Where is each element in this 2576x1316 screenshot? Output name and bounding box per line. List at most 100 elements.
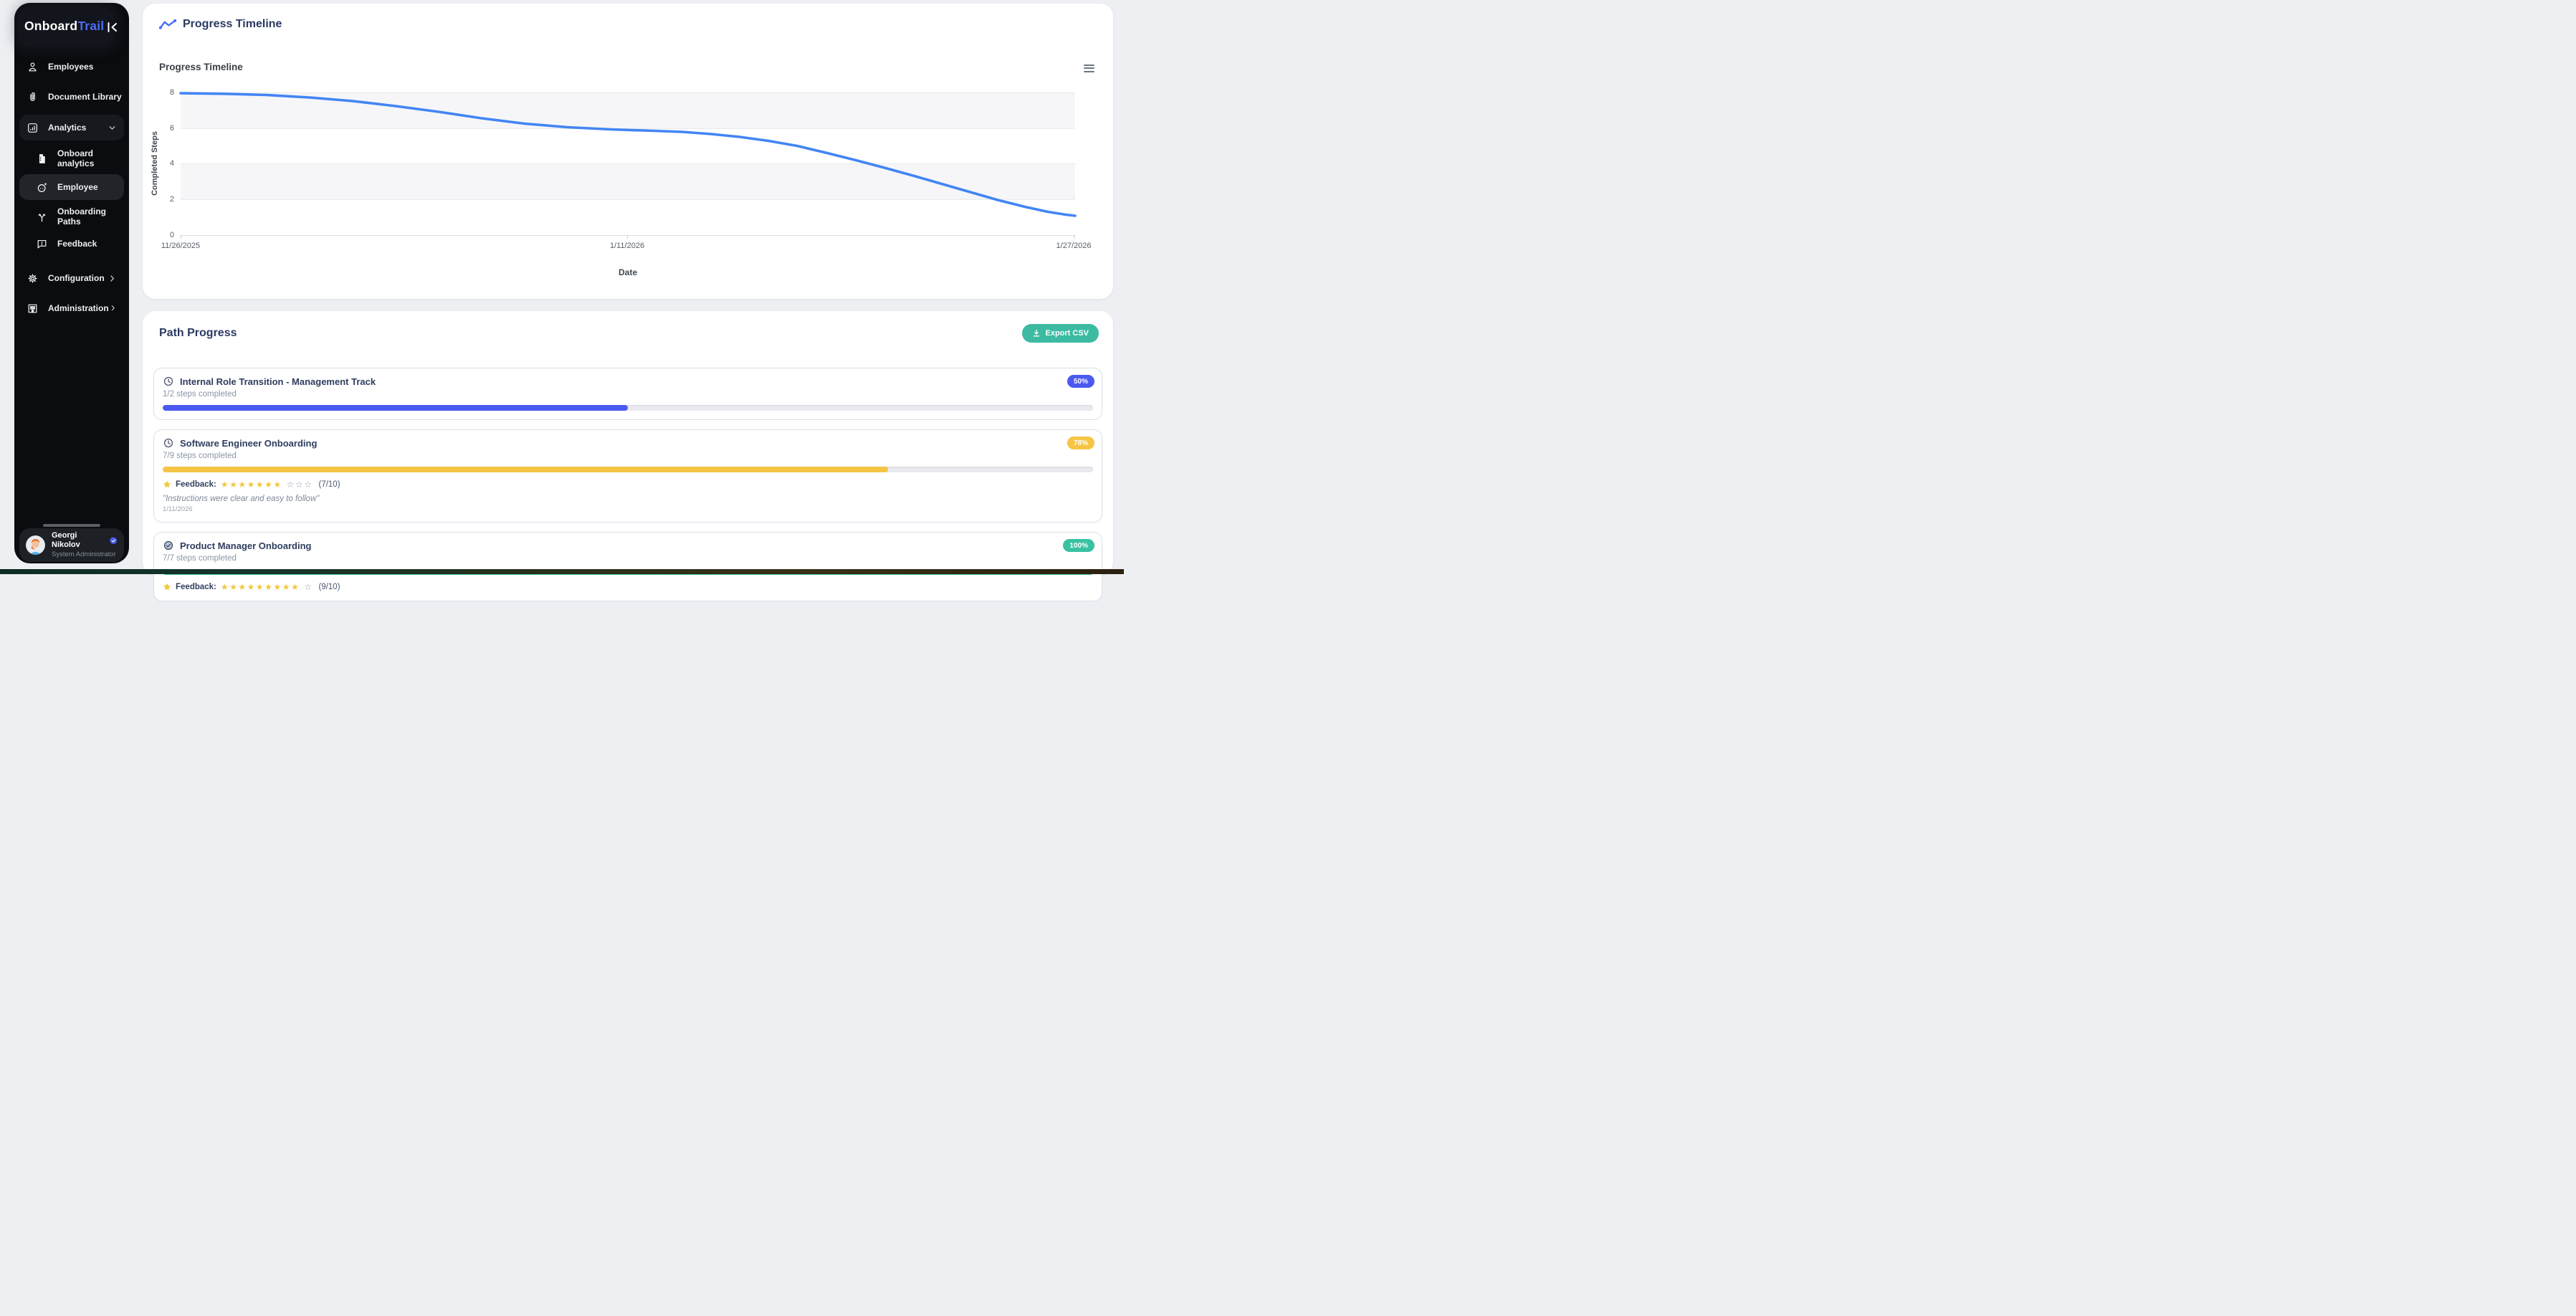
branch-icon [36, 211, 48, 223]
user-name: Georgi Nikolov [52, 531, 80, 550]
x-tick-label: 1/27/2026 [1056, 242, 1092, 250]
star-icon [163, 583, 171, 591]
logo-text-trail: Trail [77, 19, 105, 33]
star-icon [163, 480, 171, 489]
building-icon [27, 302, 39, 315]
desktop-wallpaper-strip [0, 569, 1124, 574]
clock-icon [163, 376, 174, 387]
progress-fill [163, 405, 628, 411]
y-tick-label: 2 [169, 194, 174, 204]
logo-text-onboard: Onboard [24, 19, 78, 33]
sidebar-item-document-library[interactable]: Document Library [19, 85, 124, 109]
sidebar-item-administration[interactable]: Administration [19, 296, 124, 320]
feedback-row: Feedback: ★★★★★★★★★ ☆ (9/10) [163, 582, 1093, 592]
series-line [179, 92, 1077, 217]
sidebar-item-feedback[interactable]: Feedback [19, 232, 124, 255]
download-icon [1034, 330, 1040, 337]
percent-badge: 100% [1063, 539, 1094, 552]
sidebar-item-label: Analytics [48, 123, 87, 133]
feedback-label: Feedback: [176, 583, 216, 591]
percent-badge: 50% [1067, 375, 1094, 388]
path-title: Internal Role Transition - Management Tr… [180, 376, 376, 387]
y-tick-label: 4 [169, 159, 174, 168]
y-tick-label: 6 [169, 123, 174, 133]
progress-track [163, 467, 1093, 472]
y-axis-title: Completed Steps [151, 131, 159, 196]
avatar [26, 535, 45, 555]
x-tick-label: 11/26/2025 [161, 242, 201, 250]
feedback-label: Feedback: [176, 480, 216, 489]
section-title: Path Progress [159, 327, 237, 339]
y-tick-label: 0 [169, 230, 174, 239]
person-icon [27, 61, 39, 73]
feedback-icon [36, 238, 48, 250]
path-progress-item: Internal Role Transition - Management Tr… [153, 368, 1102, 420]
y-tick-label: 8 [169, 88, 174, 97]
sidebar-scrollbar-thumb[interactable] [43, 524, 100, 527]
path-progress-card: Path Progress Export CSV Internal Role T… [143, 311, 1113, 601]
sidebar-item-label: Onboard analytics [57, 148, 95, 168]
card-title: Progress Timeline [183, 18, 282, 30]
path-progress-item: Product Manager Onboarding 100% 7/7 step… [153, 532, 1102, 601]
path-progress-list: Internal Role Transition - Management Tr… [153, 368, 1102, 601]
x-axis-title: Date [618, 267, 638, 277]
stars-filled: ★★★★★★★ [220, 480, 282, 490]
sidebar-nav: Employees Document Library Analytics Onboar… [14, 54, 129, 326]
hamburger-menu-icon[interactable] [1084, 65, 1094, 72]
plot-area: 8 6 4 2 0 11/26/2025 1/11/2026 1/27/2026 [161, 88, 1092, 250]
sidebar-item-label: Employees [48, 62, 94, 72]
sidebar-item-label: Administration [48, 303, 109, 313]
steps-completed: 7/9 steps completed [163, 452, 237, 460]
sidebar-item-label: Feedback [57, 239, 97, 249]
sidebar-item-label: Employee [57, 182, 98, 192]
chevron-right-icon [109, 304, 117, 313]
sidebar-item-label: Onboarding Paths [57, 206, 106, 227]
path-title: Product Manager Onboarding [180, 540, 312, 551]
export-csv-label: Export CSV [1045, 329, 1089, 338]
progress-fill [163, 467, 889, 472]
feedback-date: 1/11/2026 [163, 505, 193, 513]
sidebar-item-onboarding-paths[interactable]: Onboarding Paths [19, 205, 124, 228]
sidebar-item-employees[interactable]: Employees [19, 54, 124, 79]
progress-timeline-chart: Progress Timeline 8 6 4 2 0 11/26/2025 1… [151, 61, 1097, 285]
sidebar-item-label: Document Library [48, 92, 122, 102]
progress-track [163, 405, 1093, 411]
face-icon [36, 181, 48, 194]
steps-completed: 1/2 steps completed [163, 390, 237, 399]
steps-completed: 7/7 steps completed [163, 554, 237, 563]
sidebar-item-onboard-analytics[interactable]: Onboard analytics [19, 147, 124, 170]
sidebar-item-employee[interactable]: Employee [19, 174, 124, 200]
stars-empty: ☆ [304, 582, 313, 592]
chevron-down-icon [108, 123, 117, 133]
gear-icon [27, 272, 39, 285]
feedback-row: Feedback: ★★★★★★★ ☆☆☆ (7/10) [163, 480, 1093, 490]
app-logo: OnboardTrail [24, 19, 104, 34]
document-icon [36, 153, 48, 165]
clock-icon [163, 437, 174, 449]
sidebar-item-analytics[interactable]: Analytics [19, 115, 124, 140]
path-progress-item: Software Engineer Onboarding 78% 7/9 ste… [153, 429, 1102, 523]
percent-badge: 78% [1067, 437, 1094, 449]
chevron-right-icon [108, 274, 117, 283]
user-role: System Administrator [52, 550, 116, 558]
paperclip-icon [27, 91, 39, 103]
bar-chart-icon [27, 122, 39, 134]
sidebar-item-configuration[interactable]: Configuration [19, 266, 124, 290]
check-circle-icon [163, 540, 174, 551]
verified-badge-icon [110, 536, 118, 544]
user-panel[interactable]: Georgi Nikolov System Administrator [19, 528, 124, 562]
chart-title: Progress Timeline [159, 62, 243, 72]
progress-timeline-card: Progress Timeline Progress Timeline 8 6 … [143, 4, 1113, 299]
feedback-quote: "Instructions were clear and easy to fol… [163, 495, 320, 503]
path-title: Software Engineer Onboarding [180, 437, 318, 449]
collapse-sidebar-icon[interactable] [106, 21, 119, 34]
stars-filled: ★★★★★★★★★ [220, 582, 300, 592]
x-tick-label: 1/11/2026 [609, 242, 645, 250]
trend-line-icon [159, 19, 176, 29]
feedback-rating: (7/10) [318, 480, 340, 489]
sidebar: OnboardTrail Employees Document Library An… [14, 3, 129, 563]
sidebar-item-label: Configuration [48, 273, 105, 283]
stars-empty: ☆☆☆ [286, 480, 313, 490]
feedback-rating: (9/10) [318, 583, 340, 591]
export-csv-button[interactable]: Export CSV [1022, 324, 1099, 343]
